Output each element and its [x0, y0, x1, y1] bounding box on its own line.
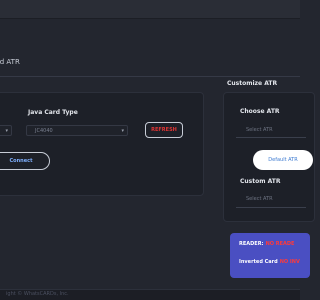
custom-atr-underline	[236, 207, 306, 208]
reader-status-value: NO READE	[265, 241, 295, 247]
java-card-type-select[interactable]: JC4040 ▾	[26, 125, 128, 136]
reader-settings-panel	[0, 92, 204, 196]
customize-atr-title: Customize ATR	[227, 80, 278, 87]
refresh-button[interactable]: REFRESH	[145, 122, 183, 138]
custom-atr-label: Custom ATR	[240, 178, 281, 185]
choose-atr-placeholder: Select ATR	[246, 127, 273, 133]
connect-button[interactable]: Connect	[0, 152, 50, 170]
header-divider	[0, 76, 300, 77]
top-bar	[0, 0, 300, 19]
footer: ight © WhatsCARDs, Inc.	[0, 289, 300, 300]
inverted-card-label: Inverted Card	[239, 259, 278, 265]
choose-atr-underline	[236, 137, 306, 138]
default-atr-button[interactable]: Default ATR	[253, 150, 313, 170]
reader-status-label: READER:	[239, 241, 264, 247]
chevron-down-icon: ▾	[121, 128, 124, 134]
choose-atr-label: Choose ATR	[240, 108, 280, 115]
reader-select[interactable]: 0 ▾	[0, 125, 12, 136]
reader-status-line: READER: NO READE	[239, 241, 294, 247]
inverted-card-line: Inverted Card NO INV	[239, 259, 300, 265]
custom-atr-placeholder: Select ATR	[246, 196, 273, 202]
reader-status-card: READER: NO READE Inverted Card NO INV	[230, 233, 310, 278]
choose-atr-select[interactable]: Select ATR	[236, 125, 306, 136]
page-subtitle: rd ATR	[0, 58, 20, 66]
java-card-type-label: Java Card Type	[28, 109, 78, 116]
footer-copyright: ight © WhatsCARDs, Inc.	[6, 291, 69, 297]
custom-atr-select[interactable]: Select ATR	[236, 194, 306, 205]
chevron-down-icon: ▾	[5, 128, 8, 134]
app-page: l rd ATR Java Card Type 0 ▾ JC4040 ▾ REF…	[0, 0, 315, 300]
inverted-card-value: NO INV	[279, 259, 300, 265]
java-card-type-value: JC4040	[35, 128, 53, 134]
